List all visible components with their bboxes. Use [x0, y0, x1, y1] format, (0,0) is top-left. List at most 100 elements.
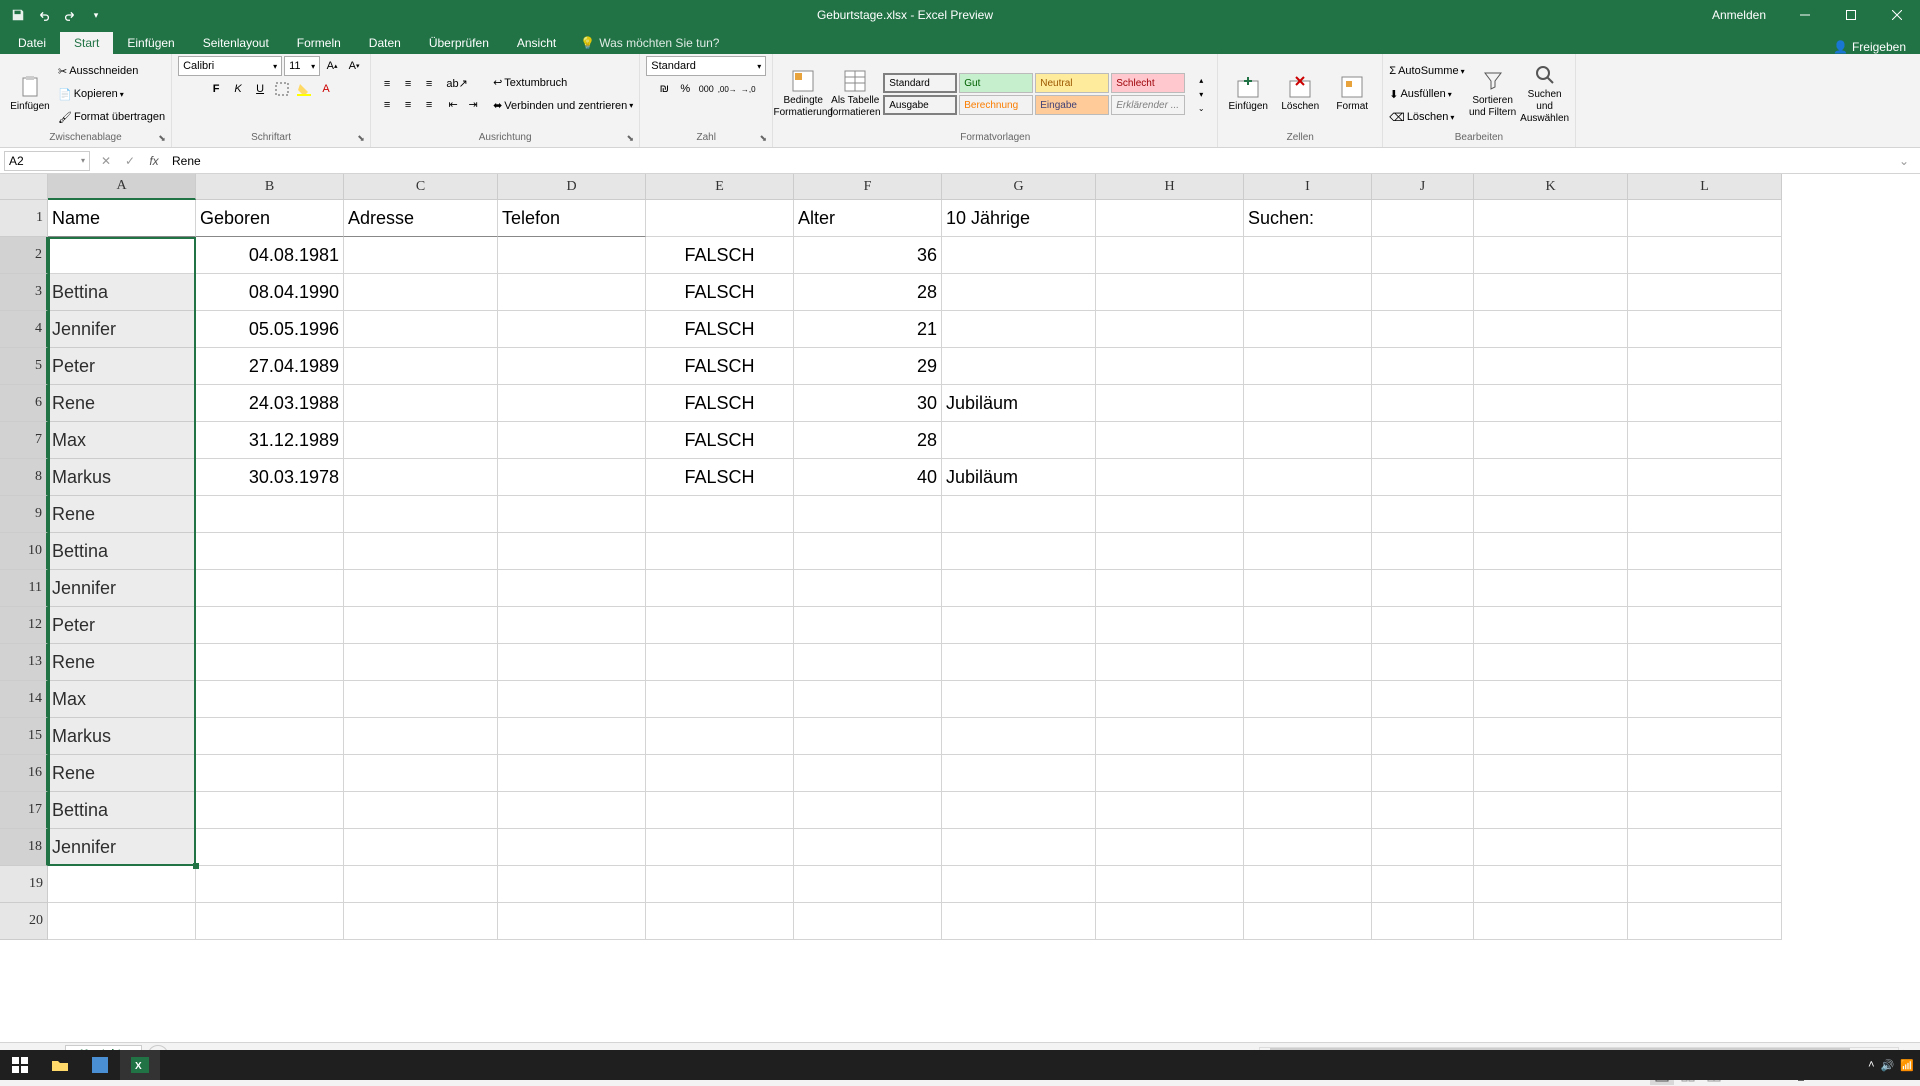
login-link[interactable]: Anmelden [1696, 8, 1782, 22]
cell-C1[interactable]: Adresse [344, 200, 498, 237]
cell-B18[interactable] [196, 829, 344, 866]
cell-F12[interactable] [794, 607, 942, 644]
cell-F15[interactable] [794, 718, 942, 755]
cell-L10[interactable] [1628, 533, 1782, 570]
cell-I4[interactable] [1244, 311, 1372, 348]
cell-J8[interactable] [1372, 459, 1474, 496]
decrease-decimal-button[interactable]: →,0 [738, 79, 758, 99]
fx-button[interactable]: fx [142, 151, 166, 171]
cell-F2[interactable]: 36 [794, 237, 942, 274]
cell-J17[interactable] [1372, 792, 1474, 829]
cell-A20[interactable] [48, 903, 196, 940]
cell-G12[interactable] [942, 607, 1096, 644]
cell-D13[interactable] [498, 644, 646, 681]
start-button[interactable] [0, 1050, 40, 1080]
cell-B1[interactable]: Geboren [196, 200, 344, 237]
cell-I13[interactable] [1244, 644, 1372, 681]
cell-K4[interactable] [1474, 311, 1628, 348]
cell-C17[interactable] [344, 792, 498, 829]
autosum-button[interactable]: ΣAutoSumme▾ [1389, 60, 1464, 82]
cell-F11[interactable] [794, 570, 942, 607]
col-header-L[interactable]: L [1628, 174, 1782, 200]
align-bottom-button[interactable]: ≡ [419, 74, 439, 94]
cell-K10[interactable] [1474, 533, 1628, 570]
cell-F4[interactable]: 21 [794, 311, 942, 348]
cell-C16[interactable] [344, 755, 498, 792]
format-cells-button[interactable]: Format [1328, 61, 1376, 127]
cell-J7[interactable] [1372, 422, 1474, 459]
cell-J14[interactable] [1372, 681, 1474, 718]
cell-A2[interactable]: Rene [48, 237, 196, 274]
row-header-10[interactable]: 10 [0, 533, 48, 570]
cell-A10[interactable]: Bettina [48, 533, 196, 570]
format-as-table-button[interactable]: Als Tabelle formatieren [831, 61, 879, 127]
cell-L7[interactable] [1628, 422, 1782, 459]
cell-C5[interactable] [344, 348, 498, 385]
cell-H20[interactable] [1096, 903, 1244, 940]
percent-button[interactable]: % [675, 79, 695, 99]
cell-E11[interactable] [646, 570, 794, 607]
cell-I11[interactable] [1244, 570, 1372, 607]
tab-ansicht[interactable]: Ansicht [503, 32, 570, 54]
cell-H13[interactable] [1096, 644, 1244, 681]
cell-H16[interactable] [1096, 755, 1244, 792]
cell-L4[interactable] [1628, 311, 1782, 348]
increase-decimal-button[interactable]: ,00→ [717, 79, 737, 99]
cell-I12[interactable] [1244, 607, 1372, 644]
font-color-button[interactable]: A [316, 79, 336, 99]
borders-button[interactable] [272, 79, 292, 99]
row-header-15[interactable]: 15 [0, 718, 48, 755]
bold-button[interactable]: F [206, 79, 226, 99]
align-left-button[interactable]: ≡ [377, 95, 397, 115]
cell-C13[interactable] [344, 644, 498, 681]
cell-L3[interactable] [1628, 274, 1782, 311]
cell-I18[interactable] [1244, 829, 1372, 866]
cell-E4[interactable]: FALSCH [646, 311, 794, 348]
find-select-button[interactable]: Suchen und Auswählen [1521, 61, 1569, 127]
cell-D20[interactable] [498, 903, 646, 940]
file-explorer-button[interactable] [40, 1050, 80, 1080]
cell-I7[interactable] [1244, 422, 1372, 459]
cell-L18[interactable] [1628, 829, 1782, 866]
cell-E7[interactable]: FALSCH [646, 422, 794, 459]
col-header-I[interactable]: I [1244, 174, 1372, 200]
cell-A5[interactable]: Peter [48, 348, 196, 385]
format-painter-button[interactable]: 🖌Format übertragen [58, 106, 165, 128]
cell-E6[interactable]: FALSCH [646, 385, 794, 422]
cell-E16[interactable] [646, 755, 794, 792]
col-header-F[interactable]: F [794, 174, 942, 200]
cell-K9[interactable] [1474, 496, 1628, 533]
font-name-combo[interactable]: Calibri▾ [178, 56, 282, 76]
cell-J2[interactable] [1372, 237, 1474, 274]
cell-J19[interactable] [1372, 866, 1474, 903]
row-header-5[interactable]: 5 [0, 348, 48, 385]
cell-I19[interactable] [1244, 866, 1372, 903]
cell-B17[interactable] [196, 792, 344, 829]
cell-E12[interactable] [646, 607, 794, 644]
insert-cells-button[interactable]: Einfügen [1224, 61, 1272, 127]
cell-J6[interactable] [1372, 385, 1474, 422]
cell-C10[interactable] [344, 533, 498, 570]
cell-H2[interactable] [1096, 237, 1244, 274]
cell-I9[interactable] [1244, 496, 1372, 533]
cell-E17[interactable] [646, 792, 794, 829]
cell-D9[interactable] [498, 496, 646, 533]
cell-I14[interactable] [1244, 681, 1372, 718]
cell-D17[interactable] [498, 792, 646, 829]
cell-D14[interactable] [498, 681, 646, 718]
tab-start[interactable]: Start [60, 32, 113, 54]
cell-L5[interactable] [1628, 348, 1782, 385]
cell-L20[interactable] [1628, 903, 1782, 940]
cell-G4[interactable] [942, 311, 1096, 348]
tab-daten[interactable]: Daten [355, 32, 415, 54]
cell-K5[interactable] [1474, 348, 1628, 385]
cell-G6[interactable]: Jubiläum [942, 385, 1096, 422]
expand-formula-button[interactable]: ⌄ [1892, 151, 1916, 171]
col-header-B[interactable]: B [196, 174, 344, 200]
cell-I10[interactable] [1244, 533, 1372, 570]
cell-G14[interactable] [942, 681, 1096, 718]
styles-up-button[interactable]: ▴ [1191, 73, 1211, 87]
cell-D8[interactable] [498, 459, 646, 496]
row-header-2[interactable]: 2 [0, 237, 48, 274]
cell-I20[interactable] [1244, 903, 1372, 940]
